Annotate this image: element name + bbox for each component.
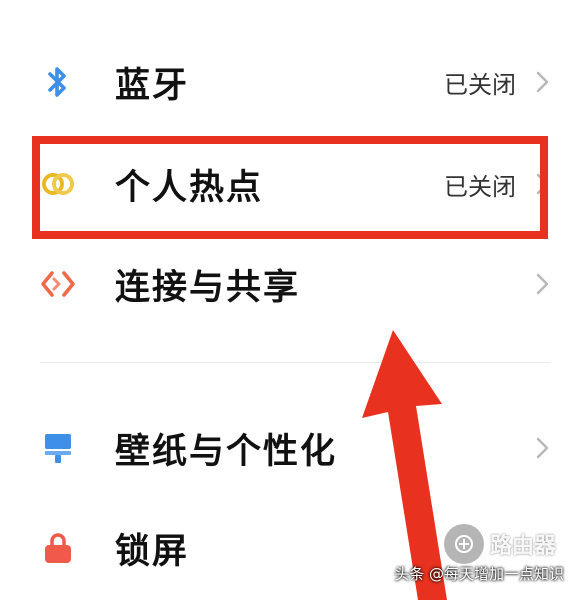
watermark-badge-text: 路由器 — [490, 534, 557, 559]
router-logo-icon — [444, 524, 484, 564]
annotation-arrow — [362, 330, 447, 600]
watermark-credit: 头条 @每天增加一点知识 — [394, 565, 564, 583]
watermark-badge: 路由器 — [444, 522, 556, 566]
